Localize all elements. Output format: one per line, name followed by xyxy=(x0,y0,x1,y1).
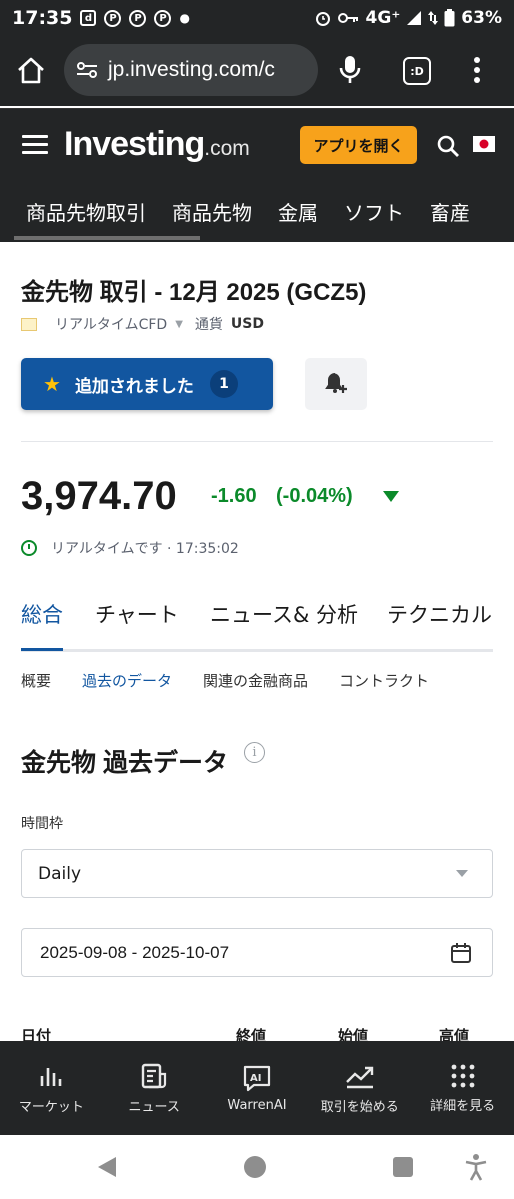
watchlist-count-badge: 1 xyxy=(209,370,238,398)
network-label: 4G⁺ xyxy=(365,8,401,28)
tab-overview[interactable]: 総合 xyxy=(21,600,63,648)
clock-icon xyxy=(21,540,37,556)
open-app-button[interactable]: アプリを開く xyxy=(300,126,417,164)
subtab-historical-data[interactable]: 過去のデータ xyxy=(82,670,172,691)
tab-chart[interactable]: チャート xyxy=(95,600,179,648)
svg-text:AI: AI xyxy=(250,1073,261,1084)
data-arrows-icon xyxy=(428,11,439,25)
key-icon xyxy=(337,13,358,23)
source-label[interactable]: リアルタイムCFD xyxy=(55,314,167,334)
watchlist-added-button[interactable]: ★ 追加されました 1 xyxy=(21,358,273,410)
accessibility-icon[interactable] xyxy=(464,1153,488,1181)
category-livestock[interactable]: 畜産 xyxy=(430,197,470,226)
bell-plus-icon xyxy=(325,373,347,393)
bottom-nav-more[interactable]: 詳細を見る xyxy=(411,1041,514,1135)
japan-flag-icon[interactable] xyxy=(473,136,495,152)
tabs-divider xyxy=(21,649,493,652)
category-nav: 商品先物取引 商品先物 金属 ソフト 畜産 xyxy=(0,180,514,242)
news-icon xyxy=(141,1063,167,1088)
add-alert-button[interactable] xyxy=(305,358,367,410)
chevron-down-icon[interactable]: ▼ xyxy=(175,319,183,330)
price-change: -1.60 xyxy=(211,485,257,507)
calendar-icon xyxy=(451,943,471,963)
status-bar: 17:35 d P P P ● 4G⁺ 63% xyxy=(0,0,514,36)
section-title: 金先物 過去データ xyxy=(21,749,228,777)
tab-technical[interactable]: テクニカル xyxy=(387,600,492,648)
realtime-cfd-icon xyxy=(21,317,37,331)
bottom-nav-warrenai[interactable]: AI WarrenAI xyxy=(206,1041,309,1135)
search-icon[interactable] xyxy=(436,134,460,158)
pinterest-icon: P xyxy=(129,9,147,27)
divider xyxy=(21,441,493,442)
pinterest-icon: P xyxy=(104,9,122,27)
battery-percent: 63% xyxy=(461,8,502,28)
signal-icon xyxy=(407,11,422,25)
bottom-nav-news-label: ニュース xyxy=(128,1099,180,1115)
home-icon[interactable] xyxy=(16,56,46,86)
bar-chart-icon xyxy=(41,1067,62,1086)
sub-tabs: 概要 過去のデータ 関連の金融商品 コントラクト xyxy=(21,670,460,691)
category-commodity-futures[interactable]: 商品先物 xyxy=(172,197,252,226)
info-icon[interactable]: i xyxy=(244,742,265,763)
status-time: 17:35 xyxy=(12,7,73,29)
page-title: 金先物 取引 - 12月 2025 (GCZ5) xyxy=(21,279,367,306)
date-range-picker[interactable]: 2025-09-08 - 2025-10-07 xyxy=(21,928,493,977)
chevron-down-icon xyxy=(456,870,468,877)
alarm-icon xyxy=(315,12,330,26)
tab-news-analysis[interactable]: ニュース& 分析 xyxy=(210,600,358,648)
subtab-contract[interactable]: コントラクト xyxy=(339,670,429,691)
site-header: Investing.com アプリを開く xyxy=(0,108,514,180)
down-arrow-icon xyxy=(383,491,399,502)
realtime-label: リアルタイムです · 17:35:02 xyxy=(51,541,239,557)
bottom-nav-start-trading-label: 取引を始める xyxy=(320,1099,399,1115)
watchlist-added-label: 追加されました xyxy=(74,376,194,397)
bottom-nav-warrenai-label: WarrenAI xyxy=(227,1097,287,1113)
dmenu-icon: d xyxy=(80,10,97,26)
category-commodity-futures-trading[interactable]: 商品先物取引 xyxy=(26,197,146,226)
dot-icon: ● xyxy=(179,11,190,25)
address-bar[interactable]: jp.investing.com/c xyxy=(64,44,318,96)
browser-toolbar: jp.investing.com/c :D xyxy=(0,36,514,106)
instrument-meta: リアルタイムCFD ▼ 通貨 USD xyxy=(21,314,264,334)
timeframe-select[interactable]: Daily xyxy=(21,849,493,898)
timeframe-value: Daily xyxy=(38,863,82,884)
category-metals[interactable]: 金属 xyxy=(278,197,318,226)
bottom-nav: マーケット ニュース AI WarrenAI 取引を始める 詳細を見る xyxy=(0,1041,514,1135)
tab-switcher-button[interactable]: :D xyxy=(403,57,431,85)
investing-logo[interactable]: Investing.com xyxy=(64,125,250,164)
site-settings-icon[interactable] xyxy=(76,61,98,79)
battery-icon xyxy=(444,9,455,27)
trending-up-icon xyxy=(345,1066,373,1088)
last-price: 3,974.70 xyxy=(21,474,177,518)
bottom-nav-news[interactable]: ニュース xyxy=(103,1041,206,1135)
bottom-nav-markets[interactable]: マーケット xyxy=(0,1041,103,1135)
timeframe-label: 時間枠 xyxy=(21,816,63,832)
ai-chat-icon: AI xyxy=(243,1065,271,1091)
realtime-status: リアルタイムです · 17:35:02 xyxy=(21,538,239,558)
currency-value: USD xyxy=(230,316,264,332)
microphone-icon[interactable] xyxy=(337,54,363,86)
pinterest-icon: P xyxy=(154,9,172,27)
star-icon: ★ xyxy=(43,372,61,396)
bottom-nav-markets-label: マーケット xyxy=(18,1099,84,1115)
url-text: jp.investing.com/c xyxy=(108,58,275,81)
bottom-nav-start-trading[interactable]: 取引を始める xyxy=(308,1041,411,1135)
bottom-nav-more-label: 詳細を見る xyxy=(430,1098,496,1114)
subtab-related-instruments[interactable]: 関連の金融商品 xyxy=(203,670,308,691)
category-scroll-indicator xyxy=(14,236,200,240)
more-vert-icon[interactable] xyxy=(472,54,482,86)
grid-dots-icon xyxy=(451,1064,474,1087)
category-softs[interactable]: ソフト xyxy=(344,197,404,226)
hamburger-menu-icon[interactable] xyxy=(22,135,48,159)
currency-label: 通貨 xyxy=(194,317,223,333)
instrument-tabs: 総合 チャート ニュース& 分析 テクニカル xyxy=(0,600,514,652)
date-range-value: 2025-09-08 - 2025-10-07 xyxy=(40,942,230,962)
home-button-icon[interactable] xyxy=(244,1156,266,1178)
active-tab-indicator xyxy=(21,648,63,651)
price-change-percent: (-0.04%) xyxy=(276,485,353,507)
recents-icon[interactable] xyxy=(393,1157,413,1177)
subtab-summary[interactable]: 概要 xyxy=(21,670,51,691)
back-icon[interactable] xyxy=(98,1157,116,1177)
